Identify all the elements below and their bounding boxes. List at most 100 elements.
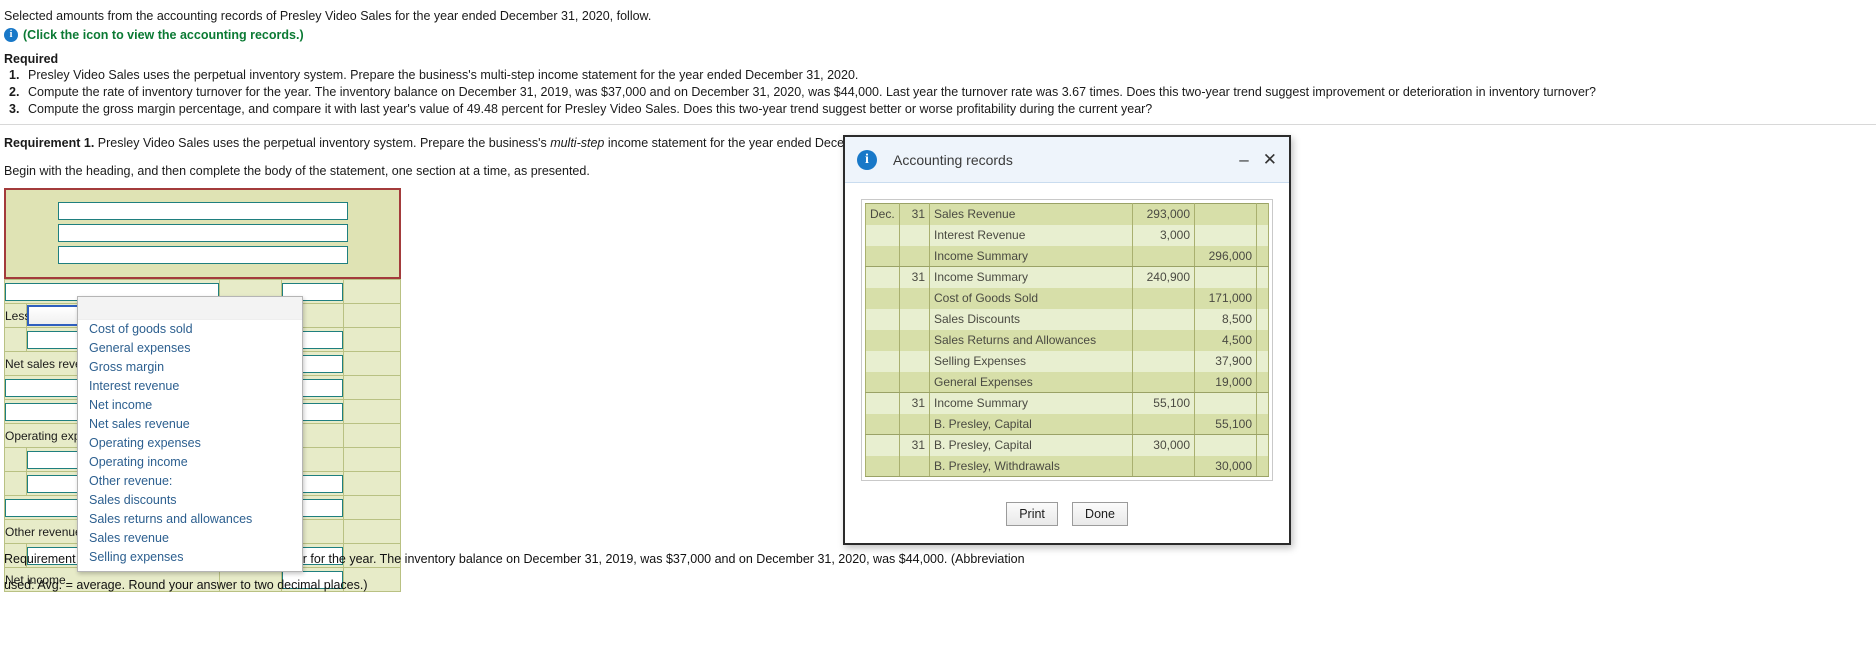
modal-body: Dec. 31 Sales Revenue 293,000 Interest Reven…: [845, 183, 1289, 485]
entry-credit: 171,000: [1194, 287, 1257, 309]
journal-entry-row: Interest Revenue 3,000: [865, 224, 1269, 246]
entry-account: Income Summary: [929, 392, 1133, 414]
entry-spacer: [1256, 266, 1269, 288]
entry-credit: [1194, 224, 1257, 246]
info-icon: i: [857, 149, 877, 170]
entry-spacer: [1256, 329, 1269, 351]
entry-debit: 3,000: [1132, 224, 1195, 246]
row2-label: Less:: [3, 303, 34, 328]
account-select-dropdown[interactable]: Cost of goods sold General expenses Gros…: [77, 296, 303, 572]
dropdown-option-gross-margin[interactable]: Gross margin: [78, 358, 302, 377]
entry-account: Sales Discounts: [929, 308, 1133, 330]
entry-credit: [1194, 434, 1257, 456]
entry-debit: [1132, 287, 1195, 309]
entry-day: [899, 455, 930, 477]
row9-col4: [342, 471, 402, 496]
info-icon[interactable]: i: [4, 28, 18, 42]
entry-day: 31: [899, 203, 930, 225]
row7-col4: [342, 423, 402, 448]
journal-entry-row: Cost of Goods Sold 171,000: [865, 287, 1269, 309]
print-button[interactable]: Print: [1006, 502, 1059, 526]
journal-entry-row: Dec. 31 Sales Revenue 293,000: [865, 203, 1269, 225]
entry-credit: [1194, 203, 1257, 225]
section-divider: [0, 124, 1876, 125]
row8-col0: [3, 447, 28, 472]
entry-month: [865, 287, 900, 309]
accounting-records-table-wrapper: Dec. 31 Sales Revenue 293,000 Interest Reven…: [861, 199, 1273, 481]
dropdown-option-sales-returns-and-allowances[interactable]: Sales returns and allowances: [78, 510, 302, 529]
journal-entry-row: 31 Income Summary 240,900: [865, 266, 1269, 288]
entry-day: 31: [899, 392, 930, 414]
entry-month: [865, 308, 900, 330]
modal-window-controls: – ✕: [1239, 151, 1277, 168]
modal-footer: Print Done: [845, 485, 1289, 543]
heading-input-period[interactable]: [57, 246, 348, 264]
entry-account: B. Presley, Capital: [929, 434, 1133, 456]
entry-debit: 293,000: [1132, 203, 1195, 225]
required-item-2-text: Compute the rate of inventory turnover f…: [28, 85, 1597, 99]
entry-day: 31: [899, 266, 930, 288]
entry-spacer: [1256, 371, 1269, 393]
dropdown-option-other-revenue[interactable]: Other revenue:: [78, 472, 302, 491]
dropdown-option-interest-revenue[interactable]: Interest revenue: [78, 377, 302, 396]
required-item-2-number: 2.: [9, 85, 20, 99]
entry-spacer: [1256, 392, 1269, 414]
dropdown-blank-option[interactable]: [78, 297, 302, 320]
entry-debit: 30,000: [1132, 434, 1195, 456]
entry-debit: [1132, 245, 1195, 267]
entry-month: [865, 224, 900, 246]
close-icon[interactable]: ✕: [1263, 151, 1277, 168]
journal-entry-row: General Expenses 19,000: [865, 371, 1269, 393]
dropdown-option-net-sales-revenue[interactable]: Net sales revenue: [78, 415, 302, 434]
row8-col4: [342, 447, 402, 472]
requirement-2-prompt-line2: used: Avg. = average. Round your answer …: [4, 578, 368, 592]
dropdown-option-general-expenses[interactable]: General expenses: [78, 339, 302, 358]
entry-day: [899, 350, 930, 372]
row11-col4: [342, 519, 402, 544]
entry-credit: 8,500: [1194, 308, 1257, 330]
dropdown-option-operating-income[interactable]: Operating income: [78, 453, 302, 472]
dropdown-option-operating-expenses[interactable]: Operating expenses: [78, 434, 302, 453]
requirement-1-emphasis: multi-step: [550, 136, 605, 150]
journal-entry-row: Sales Returns and Allowances 4,500: [865, 329, 1269, 351]
heading-input-statement[interactable]: [57, 224, 348, 242]
entry-spacer: [1256, 308, 1269, 330]
row4-col4: [342, 351, 402, 376]
row5-col4: [342, 375, 402, 400]
required-item-3-text: Compute the gross margin percentage, and…: [28, 102, 1153, 116]
entry-spacer: [1256, 287, 1269, 309]
entry-month: [865, 350, 900, 372]
view-accounting-records-link[interactable]: (Click the icon to view the accounting r…: [23, 28, 304, 42]
dropdown-option-sales-discounts[interactable]: Sales discounts: [78, 491, 302, 510]
entry-account: Selling Expenses: [929, 350, 1133, 372]
entry-debit: [1132, 455, 1195, 477]
entry-month: [865, 329, 900, 351]
dropdown-option-sales-revenue[interactable]: Sales revenue: [78, 529, 302, 548]
heading-input-company[interactable]: [57, 202, 348, 220]
required-item-2: 2. Compute the rate of inventory turnove…: [0, 84, 1876, 101]
entry-day: [899, 245, 930, 267]
entry-day: [899, 413, 930, 435]
row1-col4: [342, 279, 402, 304]
entry-month: [865, 266, 900, 288]
modal-titlebar: i Accounting records – ✕: [845, 137, 1289, 183]
row3-col0: [3, 327, 28, 352]
entry-day: [899, 329, 930, 351]
done-button[interactable]: Done: [1072, 502, 1128, 526]
entry-spacer: [1256, 203, 1269, 225]
dropdown-option-cost-of-goods-sold[interactable]: Cost of goods sold: [78, 320, 302, 339]
entry-spacer: [1256, 224, 1269, 246]
accounting-records-modal: i Accounting records – ✕ Dec. 31 Sales Rev…: [843, 135, 1291, 545]
dropdown-option-selling-expenses[interactable]: Selling expenses: [78, 548, 302, 567]
journal-entry-row: 31 Income Summary 55,100: [865, 392, 1269, 414]
entry-day: [899, 371, 930, 393]
entry-debit: 240,900: [1132, 266, 1195, 288]
entry-spacer: [1256, 350, 1269, 372]
requirement-1-text-before: Presley Video Sales uses the perpetual i…: [94, 136, 551, 150]
accounting-records-link-row[interactable]: i (Click the icon to view the accounting…: [4, 28, 1876, 42]
minimize-icon[interactable]: –: [1239, 151, 1248, 168]
dropdown-option-net-income[interactable]: Net income: [78, 396, 302, 415]
row2-col4: [342, 303, 402, 328]
entry-month: [865, 371, 900, 393]
entry-day: 31: [899, 434, 930, 456]
